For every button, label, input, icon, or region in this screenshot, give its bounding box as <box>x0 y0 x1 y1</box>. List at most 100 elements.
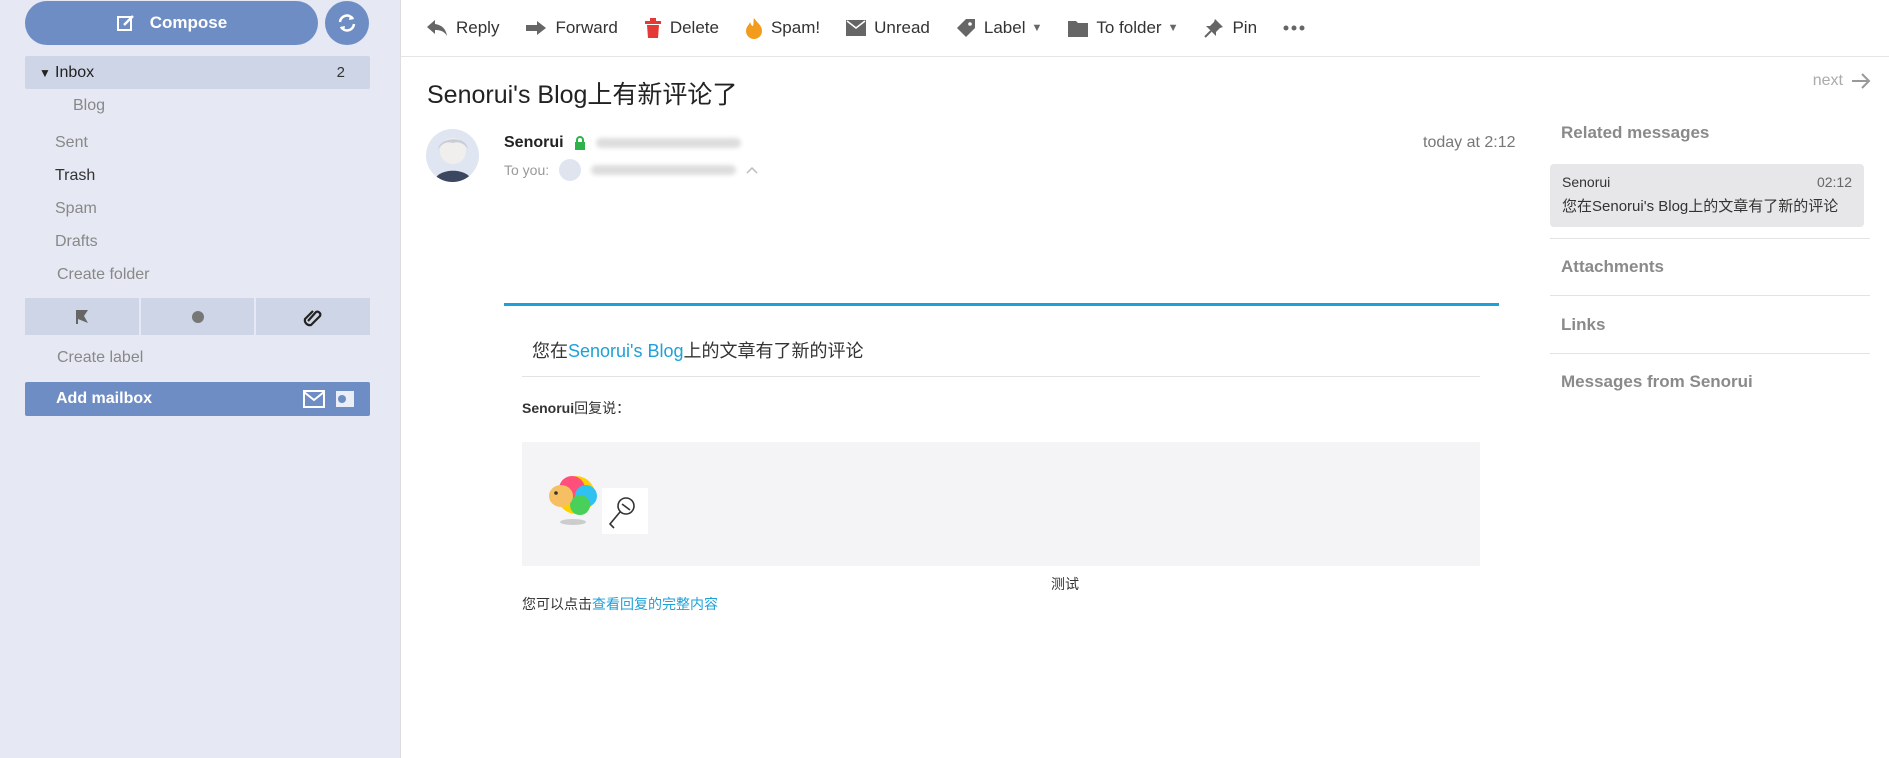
spam-button[interactable]: Spam! <box>745 17 820 39</box>
divider <box>1550 295 1870 296</box>
divider <box>1550 238 1870 239</box>
chevron-down-icon: ▼ <box>1031 22 1043 34</box>
tag-icon <box>956 19 975 37</box>
recipient-avatar <box>559 159 582 181</box>
body-prefix: 您在 <box>532 341 568 361</box>
to-label: To you: <box>504 162 550 178</box>
sender-avatar <box>426 129 479 182</box>
message-date: today at 2:12 <box>1423 134 1516 151</box>
pin-icon <box>1204 19 1224 38</box>
folder-inbox[interactable]: ▼ Inbox 2 <box>25 56 370 89</box>
message-toolbar: Reply Forward Delete Spam! Unread Label … <box>400 0 1889 57</box>
folder-label: Spam <box>55 199 97 217</box>
dot-icon <box>191 310 204 323</box>
links-section[interactable]: Links <box>1561 315 1605 335</box>
forward-label: Forward <box>555 18 618 37</box>
refresh-button[interactable] <box>325 1 369 45</box>
sender-name[interactable]: Senorui <box>504 134 564 152</box>
spam-label: Spam! <box>770 18 821 37</box>
more-dots-icon <box>1283 25 1305 31</box>
view-full-link[interactable]: 查看回复的完整内容 <box>592 596 718 612</box>
sidebar: Compose ▼ Inbox 2 Blog Sent Trash Spam D… <box>0 0 400 758</box>
divider <box>522 376 1480 377</box>
next-label: next <box>1812 72 1843 89</box>
add-mailbox-label: Add mailbox <box>56 390 153 407</box>
next-message-link[interactable]: next <box>1813 72 1871 90</box>
label-label: Label <box>983 18 1026 37</box>
avatar-icon <box>434 138 472 182</box>
blog-link[interactable]: Senorui's Blog <box>568 341 684 361</box>
related-messages-title: Related messages <box>1561 123 1710 142</box>
label-dropdown[interactable]: Label ▼ <box>956 18 1043 38</box>
more-button[interactable] <box>1283 25 1305 31</box>
rainbow-sheep-emoji <box>549 476 597 525</box>
compose-button[interactable]: Compose <box>25 1 318 45</box>
filter-flagged[interactable] <box>25 298 139 335</box>
reply-icon <box>427 20 447 36</box>
reply-name: Senorui <box>522 400 575 416</box>
pin-button[interactable]: Pin <box>1204 18 1257 38</box>
folder-trash[interactable]: Trash <box>25 159 370 192</box>
gmail-icon <box>303 390 325 408</box>
unread-button[interactable]: Unread <box>846 18 930 38</box>
related-snippet: 您在Senorui's Blog上的文章有了新的评论 <box>1562 198 1839 215</box>
unread-count: 2 <box>336 64 345 81</box>
add-mailbox-button[interactable]: Add mailbox <box>25 382 370 416</box>
reply-by: Senorui回复说： <box>522 398 630 418</box>
reply-suffix: 回复说： <box>574 400 631 416</box>
reply-label: Reply <box>456 18 500 37</box>
chevron-up-icon[interactable] <box>746 166 758 174</box>
envelope-icon <box>846 20 867 36</box>
filter-attachments[interactable] <box>256 298 371 335</box>
trash-icon <box>644 18 661 38</box>
email-body-heading: 您在Senorui's Blog上的文章有了新的评论 <box>532 337 864 363</box>
sender-info: Senorui <box>504 134 741 152</box>
filter-bar <box>25 298 371 335</box>
reply-button[interactable]: Reply <box>426 18 499 38</box>
forward-arrow-icon <box>526 21 547 35</box>
sender-email-redacted <box>595 138 741 148</box>
folder-spam[interactable]: Spam <box>25 192 370 225</box>
to-folder-label: To folder <box>1096 18 1162 37</box>
forward-button[interactable]: Forward <box>525 18 618 38</box>
delete-label: Delete <box>669 18 719 37</box>
folder-label: Create folder <box>57 265 150 283</box>
messages-from-section[interactable]: Messages from Senorui <box>1561 372 1753 392</box>
fire-icon <box>745 18 762 39</box>
collapse-triangle-icon[interactable]: ▼ <box>39 66 51 80</box>
related-time: 02:12 <box>1816 174 1852 190</box>
attachments-section[interactable]: Attachments <box>1561 257 1664 277</box>
folder-label: Drafts <box>55 232 98 250</box>
sticker-image <box>602 488 648 534</box>
filter-unread[interactable] <box>140 298 255 335</box>
folder-label: Inbox <box>55 63 95 81</box>
folder-blog[interactable]: Blog <box>25 89 370 122</box>
divider <box>1550 353 1870 354</box>
pin-sticker-icon <box>608 497 635 529</box>
refresh-icon <box>338 14 356 32</box>
to-folder-dropdown[interactable]: To folder ▼ <box>1068 18 1178 38</box>
body-suffix: 上的文章有了新的评论 <box>683 341 864 361</box>
recipient-line: To you: <box>504 159 758 181</box>
arrow-right-icon <box>1852 73 1871 89</box>
folder-drafts[interactable]: Drafts <box>25 225 370 258</box>
lock-icon <box>574 136 585 150</box>
folder-label: Trash <box>55 166 96 184</box>
flag-icon <box>75 309 88 324</box>
email-header-bar <box>504 303 1499 306</box>
delete-button[interactable]: Delete <box>644 18 719 38</box>
compose-label: Compose <box>149 13 228 32</box>
related-message-item[interactable]: Senorui 02:12 您在Senorui's Blog上的文章有了新的评论 <box>1550 164 1864 227</box>
paperclip-icon <box>303 309 322 326</box>
create-folder-link[interactable]: Create folder <box>25 258 370 291</box>
folder-sent[interactable]: Sent <box>25 126 370 159</box>
view-full-reply: 您可以点击查看回复的完整内容 <box>522 594 718 614</box>
recipient-email-redacted <box>591 165 737 175</box>
unread-label: Unread <box>874 18 930 37</box>
create-label-link[interactable]: Create label <box>25 341 370 374</box>
message-subject: Senorui's Blog上有新评论了 <box>427 81 738 109</box>
comment-quote-box <box>522 442 1480 566</box>
edit-icon <box>116 15 134 31</box>
folder-label: Sent <box>55 133 88 151</box>
related-sender: Senorui <box>1562 174 1611 190</box>
